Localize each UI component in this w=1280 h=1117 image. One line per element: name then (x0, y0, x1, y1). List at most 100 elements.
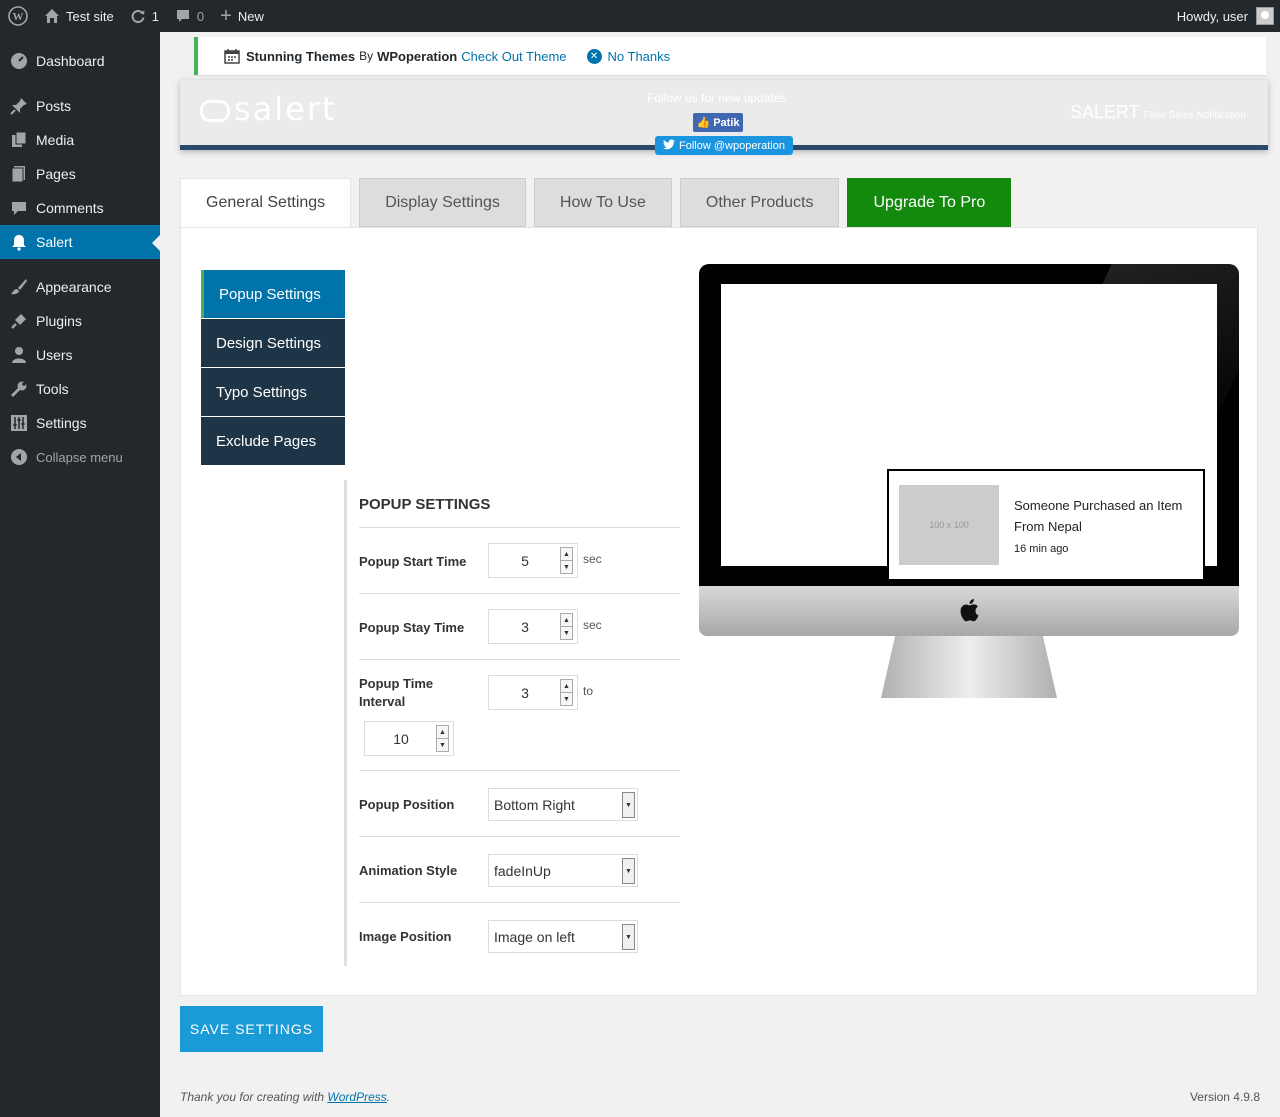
footer-version: Version 4.9.8 (1189, 1090, 1260, 1104)
comments-link[interactable]: 0 (167, 0, 212, 32)
site-name: Test site (66, 8, 114, 24)
wordpress-logo-icon: W (8, 6, 28, 26)
user-icon (10, 346, 28, 364)
sub-navigation: Popup Settings Design Settings Typo Sett… (201, 270, 345, 466)
popup-settings-form: POPUP SETTINGS Popup Start Time 5 ▲ ▼ sec… (344, 480, 680, 966)
menu-item-plugins[interactable]: Plugins (0, 304, 160, 338)
monitor-chin (699, 586, 1239, 636)
menu-item-tools[interactable]: Tools (0, 372, 160, 406)
stay-time-row: Popup Stay Time 3 ▲ ▼ sec (359, 594, 680, 660)
stepper-arrows-icon[interactable]: ▲ ▼ (560, 613, 573, 640)
plug-icon (10, 312, 28, 330)
plugin-header: salert Follow us for new updates 👍 Patik… (180, 80, 1268, 155)
my-account[interactable]: Howdy, user (1177, 0, 1274, 32)
monitor-stand (881, 636, 1057, 698)
interval-row: Popup Time Interval 3 ▲ ▼ to 10 ▲ ▼ (359, 660, 680, 771)
refresh-icon (130, 8, 146, 24)
no-thanks-link[interactable]: ✕ No Thanks (586, 48, 671, 64)
start-time-input[interactable]: 5 ▲ ▼ (488, 543, 578, 578)
pages-icon (10, 165, 28, 183)
start-time-row: Popup Start Time 5 ▲ ▼ sec (359, 528, 680, 594)
no-thanks-label: No Thanks (607, 48, 671, 64)
updates-link[interactable]: 1 (122, 0, 167, 32)
menu-label: Appearance (36, 279, 112, 295)
theme-notice: Stunning Themes By WPoperation Check Out… (194, 37, 1266, 75)
tab-display-settings[interactable]: Display Settings (359, 178, 526, 227)
notice-by: By (359, 49, 374, 63)
howdy-text: Howdy, user (1176, 8, 1248, 24)
notice-author: WPoperation (377, 48, 458, 64)
subnav-popup-settings[interactable]: Popup Settings (201, 270, 345, 318)
animation-row: Animation Style fadeInUp ▼ (359, 837, 680, 903)
updates-count: 1 (151, 8, 159, 24)
close-circle-icon: ✕ (586, 48, 602, 64)
interval-from-input[interactable]: 3 ▲ ▼ (488, 675, 578, 710)
tab-other-products[interactable]: Other Products (679, 178, 840, 227)
menu-item-posts[interactable]: Posts (0, 89, 160, 123)
menu-item-appearance[interactable]: Appearance (0, 270, 160, 304)
menu-item-users[interactable]: Users (0, 338, 160, 372)
image-position-select[interactable]: Image on left ▼ (488, 920, 638, 953)
admin-bar: W Test site 1 0 + New Howdy, user (0, 0, 1280, 32)
apple-logo-icon (959, 598, 979, 625)
animation-style-select[interactable]: fadeInUp ▼ (488, 854, 638, 887)
subnav-exclude-pages[interactable]: Exclude Pages (201, 417, 345, 465)
menu-item-dashboard[interactable]: Dashboard (0, 44, 160, 78)
check-out-theme-link[interactable]: Check Out Theme (461, 49, 566, 64)
wordpress-link[interactable]: WordPress (327, 1090, 386, 1104)
wordpress-logo-button[interactable]: W (0, 0, 36, 32)
menu-item-comments[interactable]: Comments (0, 191, 160, 225)
settings-panel: Popup Settings Design Settings Typo Sett… (180, 227, 1258, 996)
stepper-arrows-icon[interactable]: ▲ ▼ (560, 547, 573, 574)
chevron-down-icon: ▼ (622, 924, 635, 950)
position-label: Popup Position (359, 797, 455, 812)
thumbs-up-icon: 👍 (696, 117, 711, 129)
popup-text: Someone Purchased an Item From Nepal 16 … (1014, 495, 1182, 579)
twitter-follow-button[interactable]: Follow @wpoperation (655, 136, 793, 155)
new-label: New (237, 8, 264, 24)
position-row: Popup Position Bottom Right ▼ (359, 771, 680, 837)
calendar-icon (224, 48, 240, 64)
product-image-placeholder: 100 x 100 (899, 485, 999, 565)
product-title: SALERT Fake Sales Notification (1070, 102, 1246, 122)
menu-label: Salert (36, 234, 73, 250)
comment-bubble-icon (175, 8, 191, 24)
avatar (1256, 7, 1274, 25)
menu-item-media[interactable]: Media (0, 123, 160, 157)
tab-general-settings[interactable]: General Settings (180, 178, 352, 228)
tab-how-to-use[interactable]: How To Use (533, 178, 672, 227)
sales-popup-preview: 100 x 100 Someone Purchased an Item From… (887, 469, 1205, 581)
tab-upgrade-to-pro[interactable]: Upgrade To Pro (847, 178, 1012, 227)
svg-text:W: W (13, 11, 24, 23)
comment-icon (10, 199, 28, 217)
footer-thanks: Thank you for creating with WordPress. (180, 1090, 391, 1104)
image-position-label: Image Position (359, 929, 452, 944)
collapse-label: Collapse menu (36, 449, 123, 465)
home-icon (44, 8, 60, 24)
notice-brand: Stunning Themes (246, 48, 356, 64)
stepper-arrows-icon[interactable]: ▲ ▼ (436, 725, 449, 752)
imac-preview: 100 x 100 Someone Purchased an Item From… (699, 264, 1239, 704)
stay-time-input[interactable]: 3 ▲ ▼ (488, 609, 578, 644)
new-content-link[interactable]: + New (212, 0, 272, 32)
interval-to-input[interactable]: 10 ▲ ▼ (364, 721, 454, 756)
subnav-typo-settings[interactable]: Typo Settings (201, 368, 345, 416)
popup-position-select[interactable]: Bottom Right ▼ (488, 788, 638, 821)
save-settings-button[interactable]: SAVE SETTINGS (180, 1006, 323, 1052)
collapse-menu-button[interactable]: Collapse menu (0, 440, 160, 474)
menu-label: Tools (36, 381, 69, 397)
subnav-design-settings[interactable]: Design Settings (201, 319, 345, 367)
form-title: POPUP SETTINGS (359, 480, 680, 528)
popup-time-ago: 16 min ago (1014, 543, 1069, 555)
plus-icon: + (220, 4, 232, 27)
collapse-arrow-icon (10, 448, 28, 466)
menu-item-pages[interactable]: Pages (0, 157, 160, 191)
menu-item-settings[interactable]: Settings (0, 406, 160, 440)
chat-bubble-icon (200, 100, 230, 122)
site-name-link[interactable]: Test site (36, 0, 122, 32)
chevron-down-icon: ▼ (622, 792, 635, 818)
stay-time-label: Popup Stay Time (359, 620, 465, 635)
menu-item-salert[interactable]: Salert (0, 225, 160, 259)
stepper-arrows-icon[interactable]: ▲ ▼ (560, 679, 573, 706)
facebook-like-button[interactable]: 👍 Patik (693, 113, 743, 132)
